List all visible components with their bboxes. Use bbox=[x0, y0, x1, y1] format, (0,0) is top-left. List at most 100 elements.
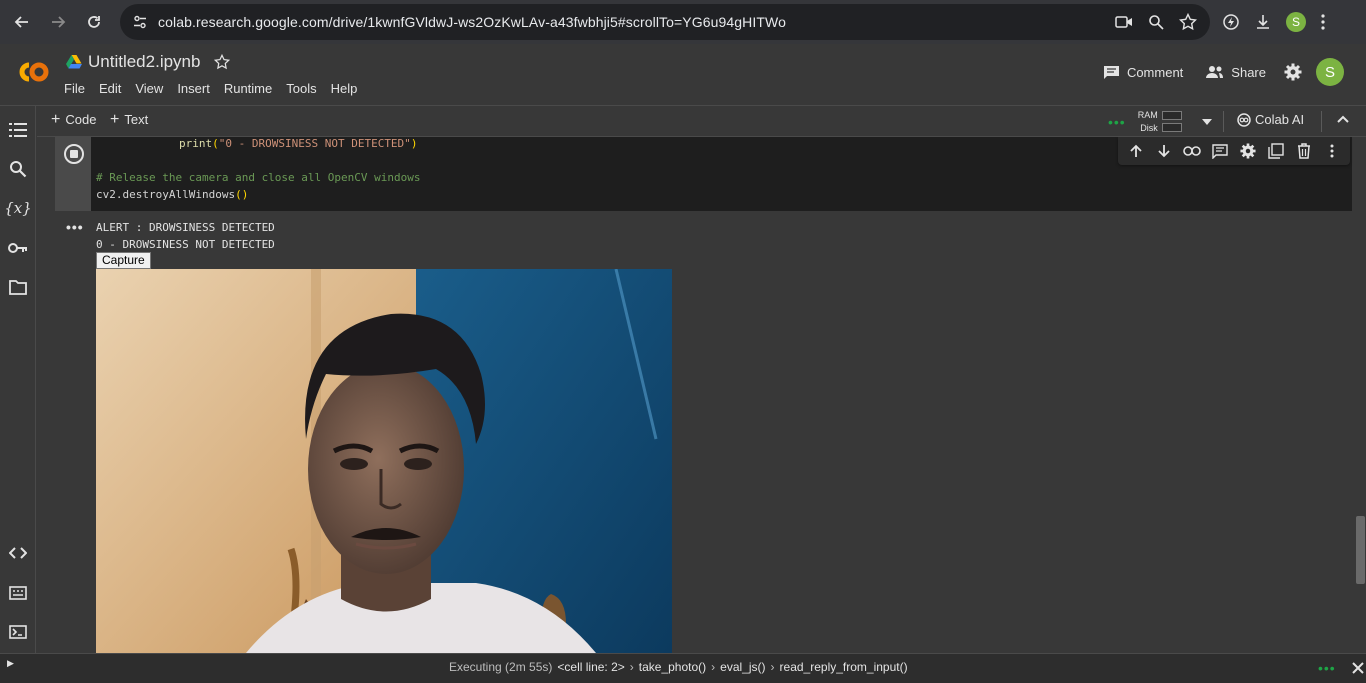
more-options-icon[interactable] bbox=[1322, 141, 1342, 161]
share-label: Share bbox=[1231, 64, 1266, 80]
stop-execution-button[interactable] bbox=[64, 144, 84, 164]
variables-icon[interactable]: {x} bbox=[4, 197, 32, 219]
runtime-resources[interactable]: ••• RAM Disk bbox=[1108, 106, 1212, 137]
profile-avatar[interactable]: S bbox=[1286, 12, 1306, 32]
drive-icon bbox=[66, 55, 82, 69]
site-settings-icon[interactable] bbox=[130, 12, 150, 32]
trace-item: <cell line: 2> bbox=[557, 660, 625, 674]
ram-label: RAM bbox=[1137, 109, 1158, 120]
notebook-scrollbar[interactable] bbox=[1356, 516, 1365, 584]
menu-insert[interactable]: Insert bbox=[177, 81, 210, 96]
settings-gear-icon[interactable] bbox=[1284, 63, 1302, 81]
output-line: 0 - DROWSINESS NOT DETECTED bbox=[96, 238, 275, 251]
notebook-area: print("0 - DROWSINESS NOT DETECTED") # R… bbox=[37, 137, 1354, 653]
command-palette-icon[interactable] bbox=[7, 582, 29, 604]
executing-time: Executing (2m 55s) bbox=[449, 660, 553, 674]
stop-icon bbox=[70, 150, 78, 158]
terminal-icon[interactable] bbox=[7, 621, 29, 643]
secrets-key-icon[interactable] bbox=[7, 237, 29, 259]
code-line: print("0 - DROWSINESS NOT DETECTED") bbox=[179, 137, 418, 150]
menu-bar: File Edit View Insert Runtime Tools Help bbox=[64, 81, 357, 96]
connected-status-icon: ••• bbox=[1108, 113, 1126, 130]
chevron-right-icon: › bbox=[770, 660, 775, 674]
move-down-icon[interactable] bbox=[1154, 141, 1174, 161]
code-comment: # Release the camera and close all OpenC… bbox=[96, 171, 421, 184]
plus-icon: + bbox=[110, 110, 120, 128]
browser-toolbar: colab.research.google.com/drive/1kwnfGVl… bbox=[0, 0, 1366, 44]
delete-trash-icon[interactable] bbox=[1294, 141, 1314, 161]
running-status-icon: ••• bbox=[1318, 660, 1336, 676]
code-line: cv2.destroyAllWindows() bbox=[96, 188, 249, 201]
disk-usage-bar bbox=[1161, 123, 1182, 132]
code-token: cv2.destroyAllWindows bbox=[96, 188, 236, 201]
url-text[interactable]: colab.research.google.com/drive/1kwnfGVl… bbox=[158, 14, 786, 30]
code-token: "0 - DROWSINESS NOT DETECTED" bbox=[218, 137, 411, 150]
runtime-dropdown-icon[interactable] bbox=[1201, 118, 1212, 125]
back-icon[interactable] bbox=[4, 4, 40, 40]
output-line: ALERT : DROWSINESS DETECTED bbox=[96, 221, 275, 234]
colab-header: Untitled2.ipynb File Edit View Insert Ru… bbox=[0, 44, 1366, 106]
camera-icon[interactable] bbox=[1114, 12, 1134, 32]
files-folder-icon[interactable] bbox=[7, 276, 29, 298]
menu-file[interactable]: File bbox=[64, 81, 85, 96]
trace-item: take_photo() bbox=[638, 660, 707, 674]
forward-icon[interactable] bbox=[40, 4, 76, 40]
ram-usage-bar bbox=[1161, 111, 1182, 120]
zoom-icon[interactable] bbox=[1146, 12, 1166, 32]
star-icon[interactable] bbox=[214, 54, 231, 70]
execution-status[interactable]: Executing (2m 55s) <cell line: 2> › take… bbox=[449, 660, 908, 674]
colab-ai-button[interactable]: Colab AI bbox=[1237, 112, 1304, 127]
collapse-chevron-up-icon[interactable] bbox=[1337, 115, 1349, 123]
chevron-right-icon: › bbox=[711, 660, 716, 674]
comment-label: Comment bbox=[1126, 64, 1184, 80]
find-search-icon[interactable] bbox=[7, 158, 29, 180]
webcam-video-feed bbox=[96, 269, 672, 653]
capture-button[interactable]: Capture bbox=[96, 252, 151, 269]
add-comment-icon[interactable] bbox=[1210, 141, 1230, 161]
cell-output: ALERT : DROWSINESS DETECTED 0 - DROWSINE… bbox=[96, 219, 275, 253]
colab-ai-label: Colab AI bbox=[1255, 112, 1305, 127]
add-code-label: Code bbox=[65, 112, 97, 127]
link-icon[interactable] bbox=[1182, 141, 1202, 161]
menu-edit[interactable]: Edit bbox=[99, 81, 121, 96]
add-text-label: Text bbox=[124, 112, 149, 127]
code-snippets-icon[interactable] bbox=[7, 542, 29, 564]
trace-item: read_reply_from_input() bbox=[779, 660, 908, 674]
status-bar: ▶ Executing (2m 55s) <cell line: 2> › ta… bbox=[0, 653, 1366, 683]
cell-settings-icon[interactable] bbox=[1238, 141, 1258, 161]
table-of-contents-icon[interactable] bbox=[7, 119, 29, 141]
menu-tools[interactable]: Tools bbox=[286, 81, 316, 96]
menu-view[interactable]: View bbox=[135, 81, 163, 96]
performance-icon[interactable] bbox=[1222, 13, 1240, 31]
toolbar-divider bbox=[1321, 111, 1322, 132]
comment-icon bbox=[1103, 65, 1120, 80]
cell-toolbar bbox=[1118, 137, 1350, 165]
output-actions-icon[interactable]: ••• bbox=[66, 219, 84, 235]
comment-button[interactable]: Comment bbox=[1099, 61, 1187, 84]
download-icon[interactable] bbox=[1254, 13, 1272, 31]
notebook-toolbar: + Code + Text ••• RAM Disk Colab AI bbox=[37, 106, 1366, 137]
colab-ai-icon bbox=[1237, 112, 1251, 127]
chrome-menu-icon[interactable] bbox=[1320, 13, 1326, 31]
bookmark-star-icon[interactable] bbox=[1178, 12, 1198, 32]
toolbar-divider bbox=[1223, 111, 1224, 132]
add-text-button[interactable]: + Text bbox=[110, 110, 149, 128]
menu-help[interactable]: Help bbox=[331, 81, 358, 96]
move-up-icon[interactable] bbox=[1126, 141, 1146, 161]
mirror-cell-icon[interactable] bbox=[1266, 141, 1286, 161]
plus-icon: + bbox=[51, 110, 61, 128]
colab-logo-icon[interactable] bbox=[14, 60, 50, 84]
share-button[interactable]: Share bbox=[1201, 61, 1270, 84]
expand-arrow-icon[interactable]: ▶ bbox=[7, 658, 14, 669]
disk-label: Disk bbox=[1140, 122, 1158, 133]
add-code-button[interactable]: + Code bbox=[51, 110, 97, 128]
menu-runtime[interactable]: Runtime bbox=[224, 81, 272, 96]
code-token: print bbox=[179, 137, 213, 150]
left-sidebar: {x} bbox=[0, 106, 36, 653]
close-icon[interactable] bbox=[1352, 662, 1364, 674]
account-avatar[interactable]: S bbox=[1316, 58, 1344, 86]
notebook-title[interactable]: Untitled2.ipynb bbox=[88, 52, 200, 72]
trace-item: eval_js() bbox=[720, 660, 766, 674]
reload-icon[interactable] bbox=[76, 4, 112, 40]
address-bar[interactable]: colab.research.google.com/drive/1kwnfGVl… bbox=[120, 4, 1210, 40]
